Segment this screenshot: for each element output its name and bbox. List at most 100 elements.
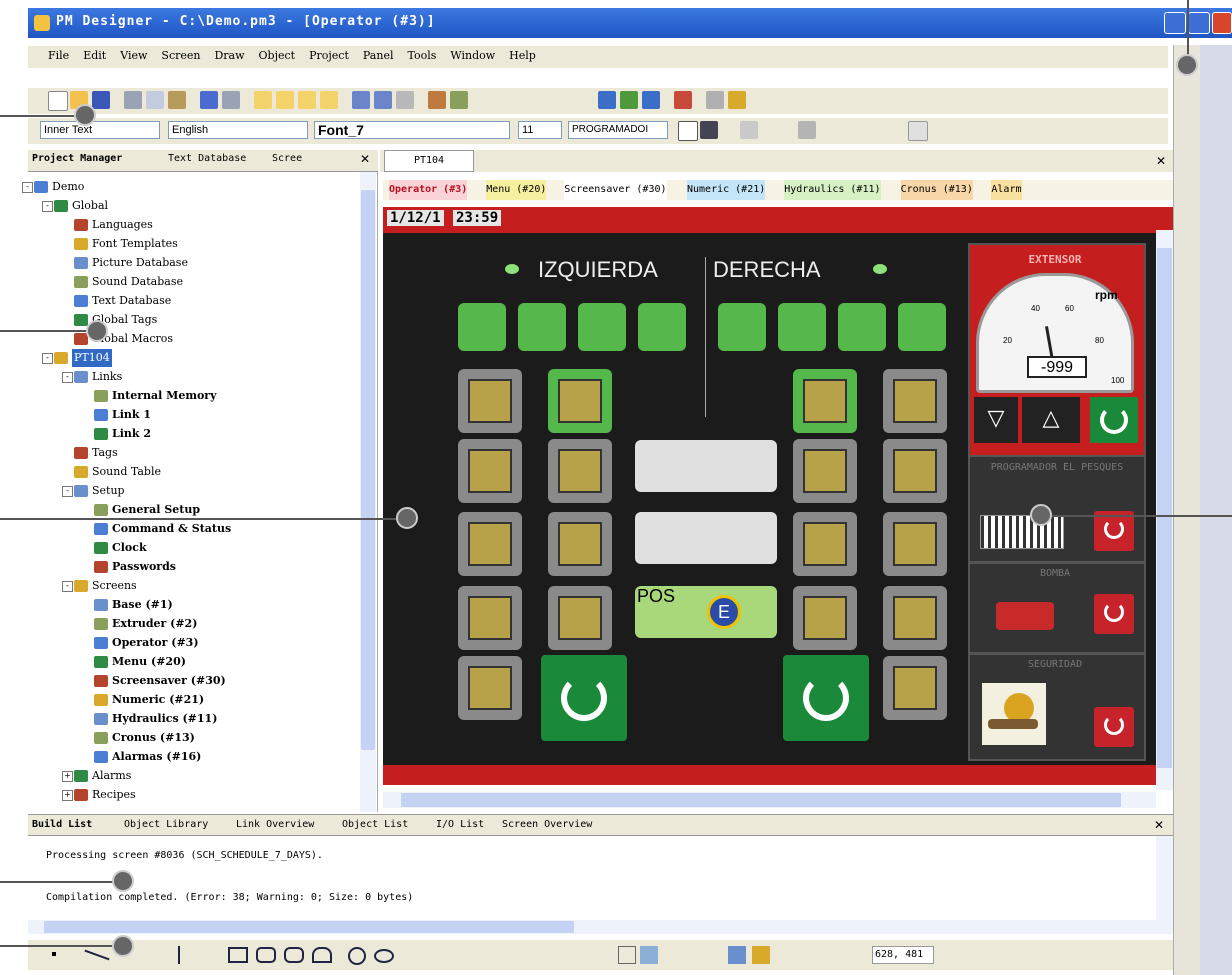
save-icon[interactable] (92, 91, 110, 109)
tab-io-list[interactable]: I/O List (436, 819, 484, 830)
right-cycle-button[interactable] (783, 655, 869, 741)
menu-help[interactable]: Help (509, 49, 536, 62)
editor-vscrollbar[interactable] (1156, 230, 1173, 790)
bomba-power-button[interactable] (1094, 594, 1134, 634)
actuator-button[interactable] (898, 303, 946, 351)
font-size-select[interactable]: 11 (518, 121, 562, 139)
cut-icon[interactable] (124, 91, 142, 109)
extensor-power-button[interactable] (1090, 397, 1138, 443)
actuator-button[interactable] (548, 586, 612, 650)
expand-toggle-icon[interactable]: - (42, 353, 53, 364)
screen-tab[interactable]: Menu (#20) (486, 180, 547, 200)
rounded-rect-tool-icon[interactable] (256, 947, 276, 963)
screen-tab[interactable]: Alarm (991, 180, 1022, 200)
actuator-button[interactable] (458, 656, 522, 720)
text-value-field[interactable]: PROGRAMADOI (568, 121, 668, 139)
tab-project-manager[interactable]: Project Manager (32, 153, 122, 164)
actuator-button[interactable] (883, 512, 947, 576)
color-icon[interactable] (740, 121, 758, 139)
close-button[interactable] (1212, 12, 1232, 34)
actuator-button[interactable] (883, 586, 947, 650)
tab-link-overview[interactable]: Link Overview (236, 819, 314, 830)
menu-window[interactable]: Window (450, 49, 495, 62)
help-icon[interactable] (728, 91, 746, 109)
screen-tab[interactable]: Screensaver (#30) (564, 180, 667, 200)
tab-pt104[interactable]: PT104 (384, 150, 474, 172)
tab-screen-overview[interactable]: Screen Overview (502, 819, 592, 830)
text-style-icon[interactable] (678, 121, 698, 141)
scroll-thumb[interactable] (1157, 248, 1172, 768)
actuator-button[interactable] (458, 586, 522, 650)
simulate-icon[interactable] (642, 91, 660, 109)
actuator-button[interactable] (778, 303, 826, 351)
actuator-button[interactable] (793, 512, 857, 576)
hmi-screen[interactable]: 1/12/1 23:59 IZQUIERDA DERECHA POS E EXT… (383, 207, 1173, 785)
actuator-button[interactable] (793, 586, 857, 650)
screen-icon[interactable] (254, 91, 272, 109)
line-tool-icon[interactable] (84, 949, 110, 961)
increase-button[interactable]: △ (1022, 397, 1080, 443)
actuator-button[interactable] (458, 439, 522, 503)
menu-object[interactable]: Object (259, 49, 296, 62)
tab-build-list[interactable]: Build List (32, 819, 92, 830)
screen-tab[interactable]: Hydraulics (#11) (784, 180, 881, 200)
circle-tool-icon[interactable] (348, 947, 366, 965)
zoom-in-icon[interactable] (352, 91, 370, 109)
new-icon[interactable] (48, 91, 68, 111)
polyline-tool-icon[interactable] (178, 946, 180, 964)
fill-icon[interactable] (700, 121, 718, 139)
decrease-button[interactable]: ▽ (974, 397, 1018, 443)
rounded-rect2-tool-icon[interactable] (284, 947, 304, 963)
menu-file[interactable]: File (48, 49, 69, 62)
screen4-icon[interactable] (320, 91, 338, 109)
actuator-button[interactable] (838, 303, 886, 351)
actuator-button[interactable] (718, 303, 766, 351)
actuator-button[interactable] (548, 439, 612, 503)
close-icon[interactable]: ✕ (1156, 154, 1166, 168)
copy-icon[interactable] (146, 91, 164, 109)
actuator-button[interactable] (883, 656, 947, 720)
scroll-thumb[interactable] (44, 921, 574, 933)
menu-project[interactable]: Project (309, 49, 349, 62)
expand-toggle-icon[interactable]: - (62, 581, 73, 592)
menu-panel[interactable]: Panel (363, 49, 394, 62)
actuator-button[interactable] (458, 303, 506, 351)
actuator-button[interactable] (578, 303, 626, 351)
chart-tool-icon[interactable] (728, 946, 746, 964)
zoom-out-icon[interactable] (374, 91, 392, 109)
align-icon[interactable] (798, 121, 816, 139)
expand-toggle-icon[interactable]: + (62, 790, 73, 801)
expand-toggle-icon[interactable]: - (22, 182, 33, 193)
menu-view[interactable]: View (120, 49, 147, 62)
actuator-button[interactable] (883, 439, 947, 503)
point-tool-icon[interactable] (52, 952, 56, 956)
layout-icon[interactable] (908, 121, 928, 141)
menu-draw[interactable]: Draw (214, 49, 244, 62)
actuator-button[interactable] (793, 369, 857, 433)
expand-toggle-icon[interactable]: - (62, 372, 73, 383)
tree-scrollbar[interactable] (360, 172, 376, 812)
pan-icon[interactable] (396, 91, 414, 109)
picture-tool-icon[interactable] (640, 946, 658, 964)
actuator-button[interactable] (548, 369, 612, 433)
build-icon[interactable] (598, 91, 616, 109)
transfer-icon[interactable] (428, 91, 446, 109)
ellipse-tool-icon[interactable] (374, 949, 394, 963)
paste-icon[interactable] (168, 91, 186, 109)
actuator-button[interactable] (518, 303, 566, 351)
screen-tab[interactable]: Numeric (#21) (687, 180, 766, 200)
rotation-widget[interactable] (635, 440, 777, 492)
expand-toggle-icon[interactable]: + (62, 771, 73, 782)
menu-edit[interactable]: Edit (83, 49, 106, 62)
screen-tab[interactable]: Cronus (#13) (900, 180, 973, 200)
tab-screens[interactable]: Scree (272, 153, 302, 164)
properties-icon[interactable] (706, 91, 724, 109)
maximize-button[interactable] (1188, 12, 1210, 34)
stop-icon[interactable] (674, 91, 692, 109)
programador-power-button[interactable] (1094, 511, 1134, 551)
actuator-button[interactable] (548, 512, 612, 576)
left-cycle-button[interactable] (541, 655, 627, 741)
tab-object-list[interactable]: Object List (342, 819, 408, 830)
screen2-icon[interactable] (276, 91, 294, 109)
actuator-button[interactable] (883, 369, 947, 433)
